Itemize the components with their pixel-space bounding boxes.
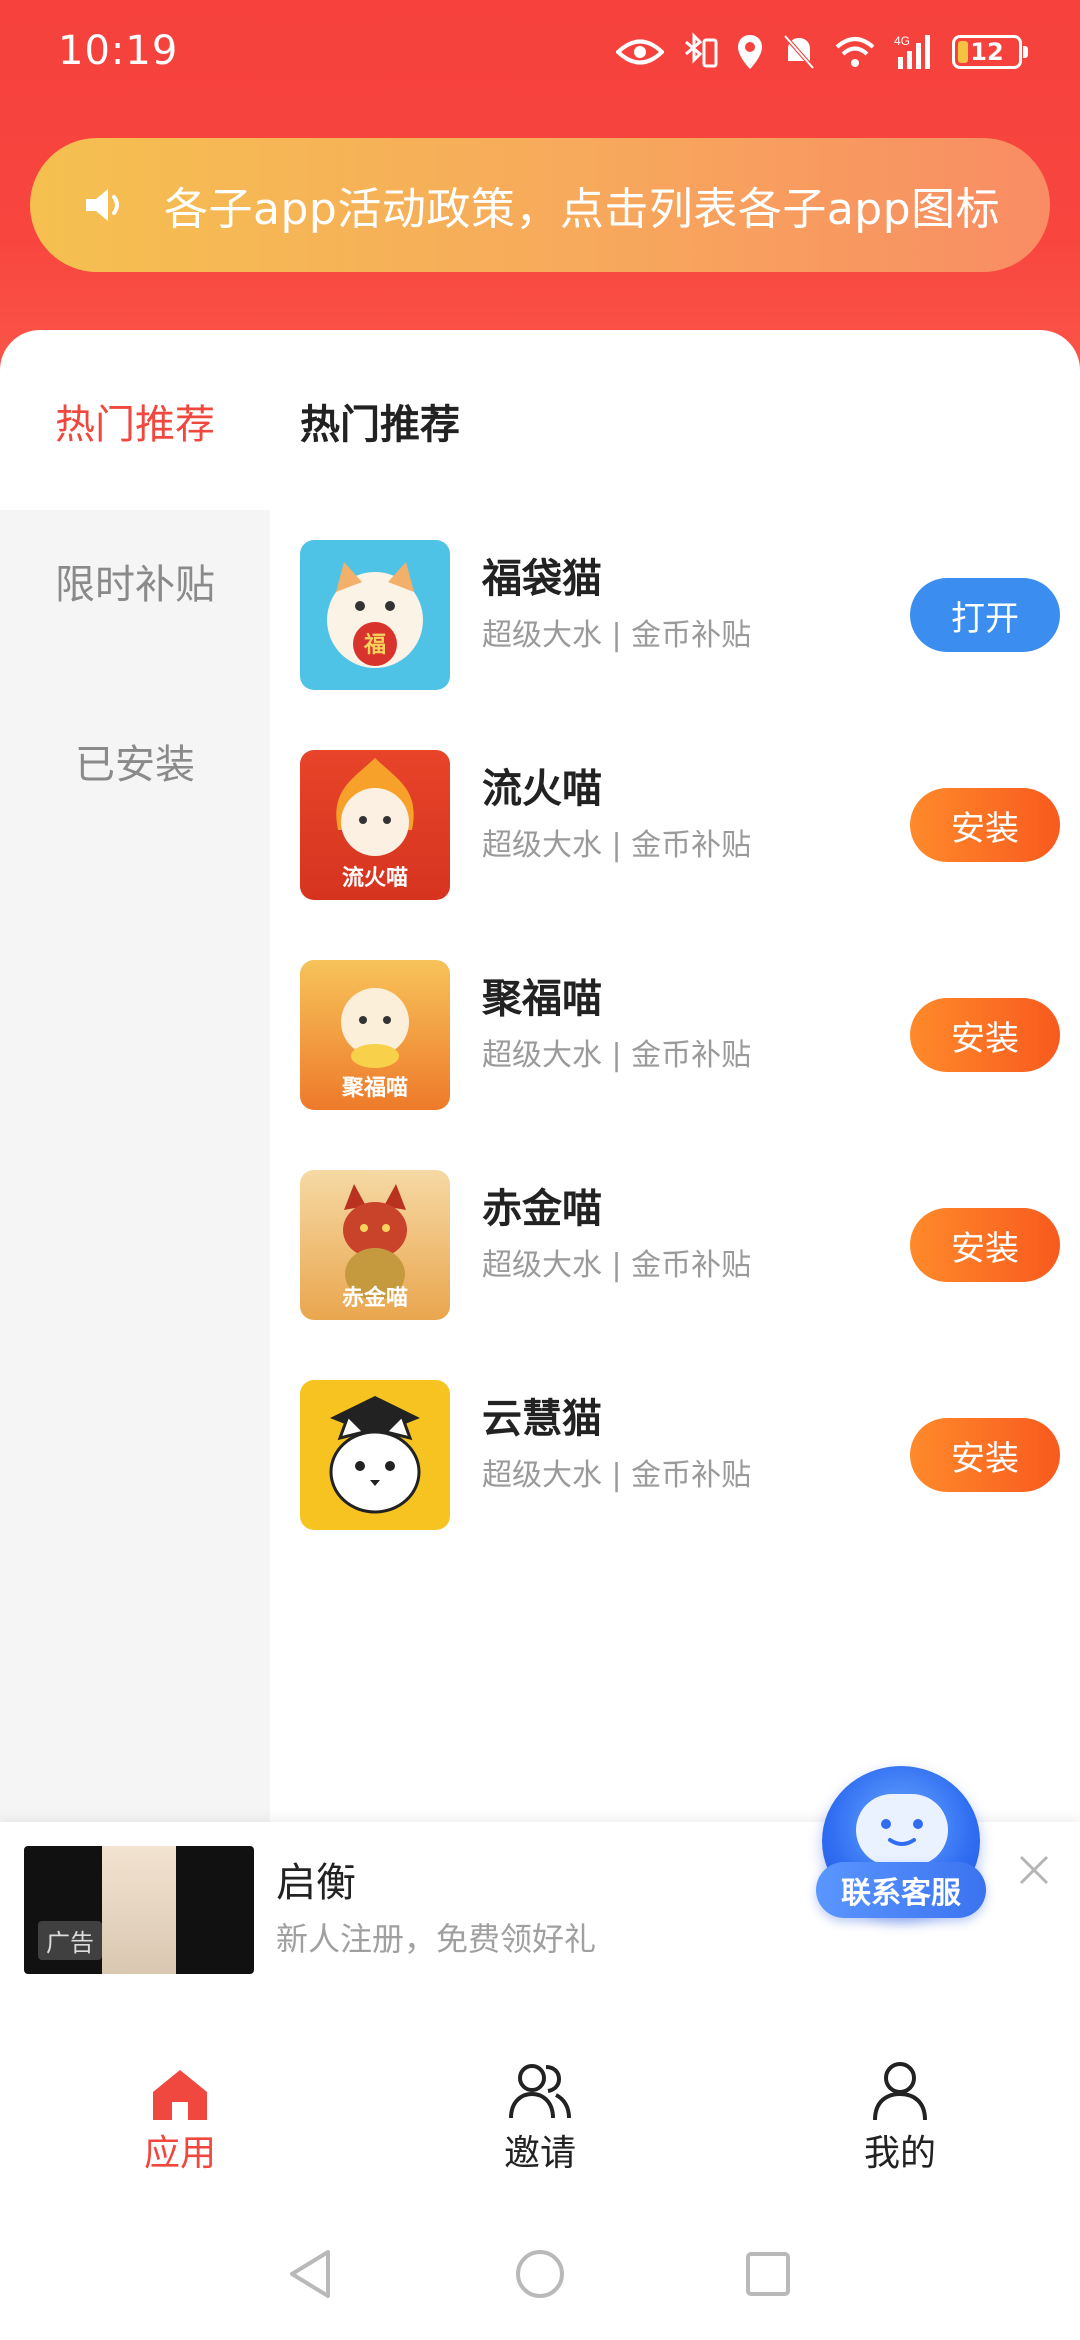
app-name: 云慧猫 xyxy=(482,1396,602,1442)
system-nav-bar xyxy=(0,2210,1080,2340)
bottom-nav: 应用 邀请 我的 xyxy=(0,1982,1080,2182)
list-item[interactable]: 聚福喵 聚福喵 超级大水 | 金币补贴 安装 xyxy=(300,960,1060,1110)
app-name: 流火喵 xyxy=(482,766,602,812)
notice-banner[interactable]: 各子app活动政策，点击列表各子app图标 xyxy=(30,138,1050,272)
install-button[interactable]: 安装 xyxy=(910,998,1060,1072)
app-icon-label: 流火喵 xyxy=(341,866,408,891)
app-icon-chijinmiao[interactable]: 赤金喵 xyxy=(300,1170,450,1320)
bluetooth-icon xyxy=(685,32,718,68)
list-item[interactable]: 流火喵 流火喵 超级大水 | 金币补贴 安装 xyxy=(300,750,1060,900)
list-item[interactable]: 赤金喵 赤金喵 超级大水 | 金币补贴 安装 xyxy=(300,1170,1060,1320)
nav-label: 应用 xyxy=(143,2133,216,2174)
back-icon[interactable] xyxy=(286,2248,334,2300)
app-name: 聚福喵 xyxy=(482,976,602,1022)
customer-service-button[interactable]: 联系客服 xyxy=(816,1766,986,1940)
svg-text:福: 福 xyxy=(363,633,386,658)
nav-label: 邀请 xyxy=(503,2133,576,2174)
battery-indicator: 12 xyxy=(952,35,1028,69)
wifi-icon xyxy=(835,37,875,67)
app-subtitle: 超级大水 | 金币补贴 xyxy=(482,1038,752,1073)
open-button[interactable]: 打开 xyxy=(910,578,1060,652)
ad-photo xyxy=(102,1846,176,1974)
sidebar-item-installed[interactable]: 已安装 xyxy=(0,732,270,790)
nav-item-mine[interactable]: 我的 xyxy=(800,2052,1000,2176)
nav-item-invite[interactable]: 邀请 xyxy=(440,2052,640,2176)
eye-icon xyxy=(616,39,664,65)
app-subtitle: 超级大水 | 金币补贴 xyxy=(482,618,752,653)
notice-text: 各子app活动政策，点击列表各子app图标 xyxy=(164,184,1001,235)
app-list-card: 热门推荐 热门推荐 限时补贴 已安装 福 福袋猫 超级大水 | 金币补贴 打开 xyxy=(0,330,1080,1822)
app-subtitle: 超级大水 | 金币补贴 xyxy=(482,828,752,863)
customer-service-label: 联系客服 xyxy=(816,1862,986,1918)
home-circle-icon[interactable] xyxy=(514,2248,566,2300)
install-button[interactable]: 安装 xyxy=(910,1208,1060,1282)
app-icon-fudaimao[interactable]: 福 xyxy=(300,540,450,690)
mute-icon xyxy=(783,34,815,70)
nav-item-apps[interactable]: 应用 xyxy=(80,2052,280,2176)
app-subtitle: 超级大水 | 金币补贴 xyxy=(482,1248,752,1283)
status-time: 10:19 xyxy=(58,28,179,74)
sidebar-item-hot[interactable]: 热门推荐 xyxy=(0,392,270,450)
list-item[interactable]: 福 福袋猫 超级大水 | 金币补贴 打开 xyxy=(300,540,1060,690)
lucky-cat-icon: 福 xyxy=(327,562,423,668)
close-icon[interactable] xyxy=(1010,1846,1058,1894)
app-icon-label: 聚福喵 xyxy=(341,1076,408,1101)
app-icon-label: 赤金喵 xyxy=(341,1286,408,1311)
user-icon xyxy=(873,2062,927,2121)
ad-subtitle: 新人注册，免费领好礼 xyxy=(276,1920,597,1958)
install-button[interactable]: 安装 xyxy=(910,1418,1060,1492)
sidebar-item-subsidy[interactable]: 限时补贴 xyxy=(0,552,270,610)
status-icons: 4G 12 xyxy=(616,30,1028,74)
svg-text:4G: 4G xyxy=(894,34,910,48)
nav-label: 我的 xyxy=(863,2133,936,2174)
ad-badge: 广告 xyxy=(38,1921,102,1960)
users-icon xyxy=(509,2064,571,2119)
ad-thumbnail[interactable]: 广告 xyxy=(24,1846,254,1974)
app-icon-jufumiao[interactable]: 聚福喵 xyxy=(300,960,450,1110)
app-icon-yunhuimao[interactable] xyxy=(300,1380,450,1530)
app-subtitle: 超级大水 | 金币补贴 xyxy=(482,1458,752,1493)
app-name: 赤金喵 xyxy=(482,1186,602,1232)
list-item[interactable]: 云慧猫 超级大水 | 金币补贴 安装 xyxy=(300,1380,1060,1530)
section-title: 热门推荐 xyxy=(300,402,460,448)
recents-icon[interactable] xyxy=(744,2248,792,2300)
status-bar: 10:19 4G 12 xyxy=(0,0,1080,100)
signal-icon: 4G xyxy=(894,34,930,69)
graduate-cat-icon xyxy=(329,1396,421,1514)
app-icon-liuhuomiao[interactable]: 流火喵 xyxy=(300,750,450,900)
location-icon xyxy=(738,35,762,69)
app-name: 福袋猫 xyxy=(482,556,602,602)
home-icon xyxy=(153,2070,207,2120)
ad-title: 启衡 xyxy=(276,1860,356,1906)
speaker-icon xyxy=(86,189,119,221)
install-button[interactable]: 安装 xyxy=(910,788,1060,862)
category-sidebar: 限时补贴 已安装 xyxy=(0,510,270,1822)
